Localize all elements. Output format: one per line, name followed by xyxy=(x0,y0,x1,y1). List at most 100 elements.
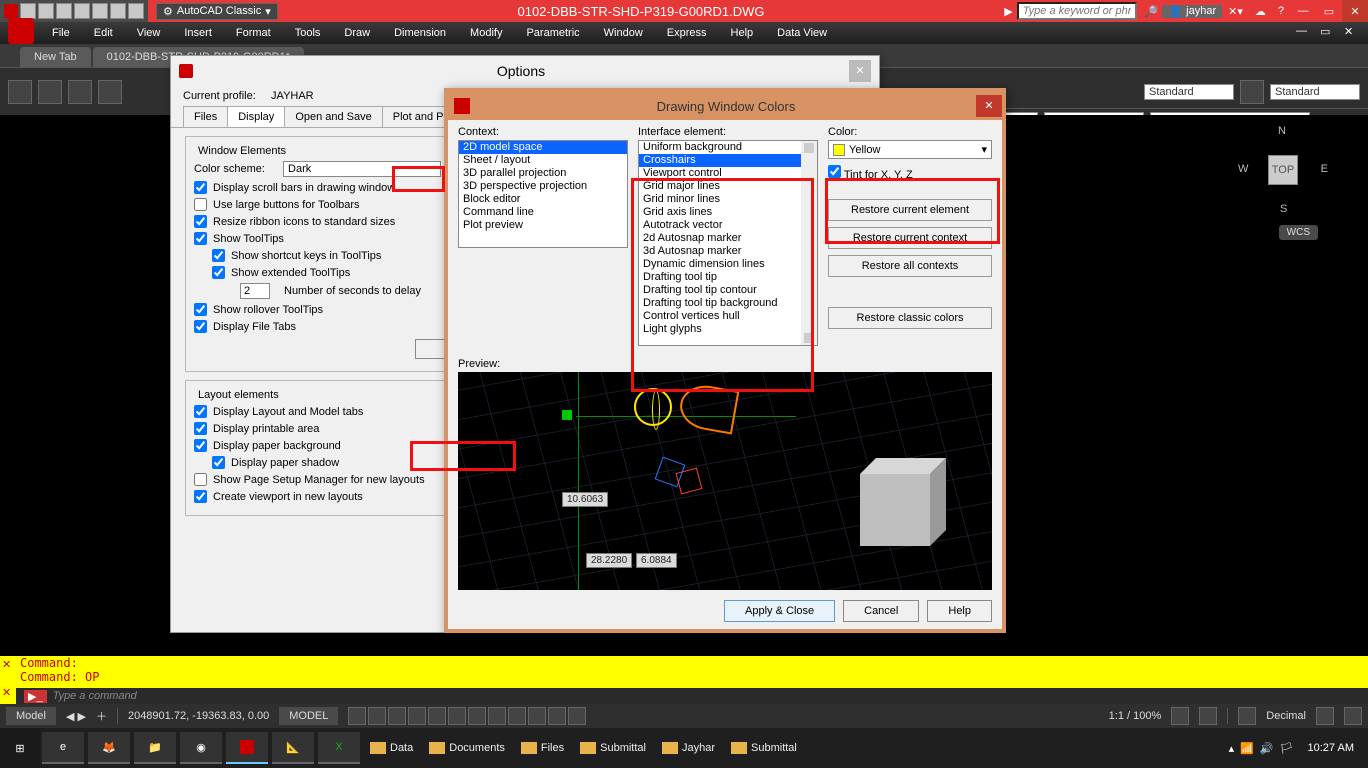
tb-icon[interactable] xyxy=(68,80,92,104)
context-item[interactable]: Command line xyxy=(459,206,627,219)
menu-express[interactable]: Express xyxy=(655,24,719,42)
tb-icon[interactable] xyxy=(98,80,122,104)
menu-dataview[interactable]: Data View xyxy=(765,24,839,42)
anno-vis-icon[interactable] xyxy=(1171,707,1189,725)
workspace-switch-icon[interactable] xyxy=(1238,707,1256,725)
interface-item[interactable]: 2d Autosnap marker xyxy=(639,232,817,245)
context-item[interactable]: Sheet / layout xyxy=(459,154,627,167)
cancel-button[interactable]: Cancel xyxy=(843,600,919,622)
seconds-input[interactable] xyxy=(240,283,270,299)
dim-style-combo[interactable]: Standard xyxy=(1270,84,1360,100)
chk-filetabs[interactable] xyxy=(194,320,207,333)
help-button[interactable]: Help xyxy=(927,600,992,622)
menu-insert[interactable]: Insert xyxy=(172,24,224,42)
chk-tooltips[interactable] xyxy=(194,232,207,245)
doc-minimize-button[interactable]: — xyxy=(1296,25,1316,41)
chk-extended-tt[interactable] xyxy=(212,266,225,279)
add-layout-icon[interactable]: ＋ xyxy=(96,708,107,724)
viewcube-e[interactable]: E xyxy=(1321,163,1328,175)
qat-plot-icon[interactable] xyxy=(92,3,108,19)
chk-viewport[interactable] xyxy=(194,490,207,503)
viewcube-face[interactable]: TOP xyxy=(1268,155,1298,185)
polar-toggle-icon[interactable] xyxy=(408,707,426,725)
doc-close-button[interactable]: ✕ xyxy=(1344,25,1364,41)
lwt-toggle-icon[interactable] xyxy=(468,707,486,725)
taskbar-autocad-icon[interactable] xyxy=(226,732,268,764)
context-item[interactable]: 2D model space xyxy=(459,141,627,154)
taskbar-folder[interactable]: Documents xyxy=(421,742,513,754)
app-logo-icon[interactable] xyxy=(4,4,18,18)
apply-close-button[interactable]: Apply & Close xyxy=(724,600,835,622)
interface-item[interactable]: Grid minor lines xyxy=(639,193,817,206)
osnap-toggle-icon[interactable] xyxy=(428,707,446,725)
interface-item[interactable]: Grid major lines xyxy=(639,180,817,193)
qat-undo-icon[interactable] xyxy=(110,3,126,19)
infocenter-search-input[interactable] xyxy=(1017,2,1137,20)
tab-files[interactable]: Files xyxy=(183,106,228,127)
menu-parametric[interactable]: Parametric xyxy=(514,24,591,42)
taskbar-firefox-icon[interactable]: 🦊 xyxy=(88,732,130,764)
command-input[interactable]: ▶_ Type a command xyxy=(16,688,1368,704)
context-listbox[interactable]: 2D model spaceSheet / layout3D parallel … xyxy=(458,140,628,248)
workspace-dropdown[interactable]: ⚙ AutoCAD Classic ▾ xyxy=(156,3,278,20)
3dosnap-icon[interactable] xyxy=(548,707,566,725)
context-item[interactable]: 3D perspective projection xyxy=(459,180,627,193)
tb-icon[interactable] xyxy=(8,80,32,104)
start-button[interactable]: ⊞ xyxy=(0,728,40,768)
menu-modify[interactable]: Modify xyxy=(458,24,514,42)
interface-element-listbox[interactable]: Uniform backgroundCrosshairsViewport con… xyxy=(638,140,818,346)
taskbar-folder[interactable]: Submittal xyxy=(572,742,654,754)
stayconnected-icon[interactable]: ☁ xyxy=(1249,5,1272,18)
tb-icon[interactable] xyxy=(1240,80,1264,104)
clean-screen-icon[interactable] xyxy=(1316,707,1334,725)
units-readout[interactable]: Decimal xyxy=(1266,710,1306,722)
interface-item[interactable]: Light glyphs xyxy=(639,323,817,336)
taskbar-excel-icon[interactable]: X xyxy=(318,732,360,764)
qp-toggle-icon[interactable] xyxy=(508,707,526,725)
color-scheme-dropdown[interactable]: Dark xyxy=(283,161,441,177)
context-item[interactable]: Plot preview xyxy=(459,219,627,232)
maximize-button[interactable]: ▭ xyxy=(1316,0,1342,22)
menu-dimension[interactable]: Dimension xyxy=(382,24,458,42)
chk-page-setup[interactable] xyxy=(194,473,207,486)
viewcube[interactable]: N S W E TOP xyxy=(1238,125,1328,215)
restore-context-button[interactable]: Restore current context xyxy=(828,227,992,249)
restore-classic-button[interactable]: Restore classic colors xyxy=(828,307,992,329)
interface-item[interactable]: Viewport control xyxy=(639,167,817,180)
context-item[interactable]: Block editor xyxy=(459,193,627,206)
qat-saveas-icon[interactable] xyxy=(74,3,90,19)
big-a-icon[interactable] xyxy=(8,18,34,44)
snap-toggle-icon[interactable] xyxy=(368,707,386,725)
interface-item[interactable]: Autotrack vector xyxy=(639,219,817,232)
clock[interactable]: 10:27 AM xyxy=(1300,742,1362,754)
restore-element-button[interactable]: Restore current element xyxy=(828,199,992,221)
ortho-toggle-icon[interactable] xyxy=(388,707,406,725)
signed-in-user[interactable]: 👤 jayhar xyxy=(1162,5,1222,18)
viewcube-n[interactable]: N xyxy=(1278,125,1286,137)
chk-layout-tabs[interactable] xyxy=(194,405,207,418)
doc-restore-button[interactable]: ▭ xyxy=(1320,25,1340,41)
chk-paper-shadow[interactable] xyxy=(212,456,225,469)
viewcube-w[interactable]: W xyxy=(1238,163,1248,175)
interface-item[interactable]: Dynamic dimension lines xyxy=(639,258,817,271)
tray-flag-icon[interactable]: 🏳 xyxy=(1280,742,1294,755)
annotation-scale[interactable]: 1:1 / 100% xyxy=(1109,710,1162,722)
interface-item[interactable]: Grid axis lines xyxy=(639,206,817,219)
customize-icon[interactable] xyxy=(1344,707,1362,725)
chk-shortcut[interactable] xyxy=(212,249,225,262)
taskbar-folder[interactable]: Submittal xyxy=(723,742,805,754)
taskbar-explorer-icon[interactable]: 📁 xyxy=(134,732,176,764)
chk-scrollbars[interactable] xyxy=(194,181,207,194)
tray-volume-icon[interactable]: 🔊 xyxy=(1260,742,1274,755)
taskbar-dwg-icon[interactable]: 📐 xyxy=(272,732,314,764)
grid-toggle-icon[interactable] xyxy=(348,707,366,725)
qat-open-icon[interactable] xyxy=(38,3,54,19)
ducs-icon[interactable] xyxy=(568,707,586,725)
exchange-icon[interactable]: ✕▾ xyxy=(1222,5,1249,18)
qat-redo-icon[interactable] xyxy=(128,3,144,19)
minimize-button[interactable]: — xyxy=(1290,0,1316,22)
taskbar-chrome-icon[interactable]: ◉ xyxy=(180,732,222,764)
viewcube-s[interactable]: S xyxy=(1280,203,1287,215)
interface-item[interactable]: Drafting tool tip xyxy=(639,271,817,284)
menu-window[interactable]: Window xyxy=(592,24,655,42)
